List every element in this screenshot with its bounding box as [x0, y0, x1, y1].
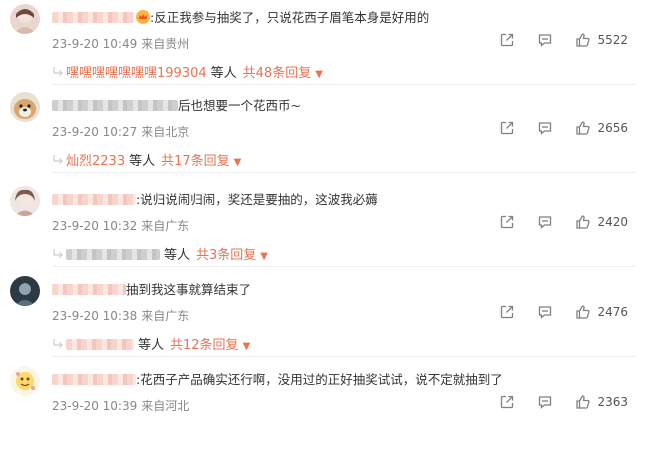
blurred-reply-username[interactable] — [66, 249, 160, 260]
comment-icon[interactable] — [537, 304, 553, 320]
reply-arrow-icon — [52, 154, 64, 166]
reply-summary[interactable]: 嘿嘿嘿嘿嘿嘿嘿199304 等人 共48条回复 ▼ — [52, 62, 323, 81]
avatar[interactable] — [10, 92, 40, 122]
comment-text: 抽到我这事就算结束了 — [52, 282, 251, 298]
reply-deng: 等人 — [164, 248, 191, 263]
comment-icon[interactable] — [537, 394, 553, 410]
share-icon[interactable] — [499, 120, 515, 136]
share-icon[interactable] — [499, 214, 515, 230]
like-count: 2363 — [597, 395, 628, 409]
comment-time: 23-9-20 10:27 — [52, 125, 138, 139]
comment-item: 后也想要一个花西币~ 23-9-20 10:27 来自北京 2656 灿烈2233… — [0, 92, 646, 176]
divider — [52, 172, 636, 173]
reply-summary[interactable]: 等人 共12条回复 ▼ — [52, 334, 250, 353]
chevron-down-icon[interactable]: ▼ — [243, 341, 251, 352]
comment-icon[interactable] — [537, 32, 553, 48]
chevron-down-icon[interactable]: ▼ — [315, 69, 323, 80]
blurred-reply-username[interactable] — [66, 339, 134, 350]
reply-total[interactable]: 共48条回复 — [243, 66, 312, 81]
comment-location: 来自河北 — [141, 399, 190, 413]
blurred-username[interactable] — [52, 374, 136, 385]
divider — [52, 84, 636, 85]
blurred-username[interactable] — [52, 284, 126, 295]
divider — [52, 356, 636, 357]
reply-arrow-icon — [52, 66, 64, 78]
reply-total[interactable]: 共17条回复 — [161, 154, 230, 169]
blurred-username[interactable] — [52, 12, 134, 23]
like-icon[interactable] — [575, 394, 591, 410]
comment-meta: 23-9-20 10:32 来自广东 — [52, 217, 189, 234]
comment-icon[interactable] — [537, 120, 553, 136]
comment-meta: 23-9-20 10:27 来自北京 — [52, 123, 189, 140]
comment-item: :反正我参与抽奖了，只说花西子眉笔本身是好用的 23-9-20 10:49 来自贵… — [0, 4, 646, 88]
reply-total[interactable]: 共3条回复 — [196, 248, 256, 263]
comment-location: 来自广东 — [141, 219, 190, 233]
comment-meta: 23-9-20 10:38 来自广东 — [52, 307, 189, 324]
comment-actions: 2420 — [477, 213, 628, 231]
avatar[interactable] — [10, 366, 40, 396]
comment-actions: 2363 — [477, 393, 628, 411]
avatar[interactable] — [10, 186, 40, 216]
comment-item: :花西子产品确实还行啊，没用过的正好抽奖试试，说不定就抽到了 23-9-20 1… — [0, 366, 646, 450]
like-count: 2656 — [597, 121, 628, 135]
share-icon[interactable] — [499, 394, 515, 410]
comment-icon[interactable] — [537, 214, 553, 230]
share-icon[interactable] — [499, 32, 515, 48]
comment-actions: 2476 — [477, 303, 628, 321]
comment-text: :花西子产品确实还行啊，没用过的正好抽奖试试，说不定就抽到了 — [52, 372, 503, 388]
avatar[interactable] — [10, 276, 40, 306]
comment-time: 23-9-20 10:38 — [52, 309, 138, 323]
comment-time: 23-9-20 10:32 — [52, 219, 138, 233]
reply-total[interactable]: 共12条回复 — [170, 338, 239, 353]
like-icon[interactable] — [575, 214, 591, 230]
comment-item: 抽到我这事就算结束了 23-9-20 10:38 来自广东 2476 等人 共12条… — [0, 276, 646, 360]
blurred-username[interactable] — [52, 100, 178, 111]
comment-time: 23-9-20 10:49 — [52, 37, 138, 51]
comment-meta: 23-9-20 10:49 来自贵州 — [52, 35, 189, 52]
comment-location: 来自贵州 — [141, 37, 190, 51]
comment-location: 来自北京 — [141, 125, 190, 139]
chevron-down-icon[interactable]: ▼ — [234, 157, 242, 168]
reply-deng: 等人 — [138, 338, 165, 353]
avatar[interactable] — [10, 4, 40, 34]
divider — [52, 266, 636, 267]
comment-time: 23-9-20 10:39 — [52, 399, 138, 413]
comment-actions: 2656 — [477, 119, 628, 137]
reply-summary[interactable]: 灿烈2233 等人 共17条回复 ▼ — [52, 150, 241, 169]
like-icon[interactable] — [575, 32, 591, 48]
reply-arrow-icon — [52, 248, 64, 260]
like-icon[interactable] — [575, 304, 591, 320]
comment-actions: 5522 — [477, 31, 628, 49]
reply-username[interactable]: 嘿嘿嘿嘿嘿嘿嘿199304 — [66, 66, 207, 81]
comment-location: 来自广东 — [141, 309, 190, 323]
comment-text: :反正我参与抽奖了，只说花西子眉笔本身是好用的 — [52, 10, 429, 26]
vip-crown-icon — [136, 10, 150, 24]
chevron-down-icon[interactable]: ▼ — [260, 251, 268, 262]
like-count: 2420 — [597, 215, 628, 229]
reply-summary[interactable]: 等人 共3条回复 ▼ — [52, 244, 268, 263]
comment-meta: 23-9-20 10:39 来自河北 — [52, 397, 189, 414]
comment-text: :说归说闹归闹，奖还是要抽的，这波我必薅 — [52, 192, 378, 208]
reply-deng: 等人 — [210, 66, 237, 81]
like-icon[interactable] — [575, 120, 591, 136]
comment-text: 后也想要一个花西币~ — [52, 98, 301, 114]
reply-deng: 等人 — [129, 154, 156, 169]
reply-arrow-icon — [52, 338, 64, 350]
reply-username[interactable]: 灿烈2233 — [66, 154, 125, 169]
share-icon[interactable] — [499, 304, 515, 320]
like-count: 2476 — [597, 305, 628, 319]
blurred-username[interactable] — [52, 194, 136, 205]
comment-item: :说归说闹归闹，奖还是要抽的，这波我必薅 23-9-20 10:32 来自广东 2… — [0, 186, 646, 270]
like-count: 5522 — [597, 33, 628, 47]
